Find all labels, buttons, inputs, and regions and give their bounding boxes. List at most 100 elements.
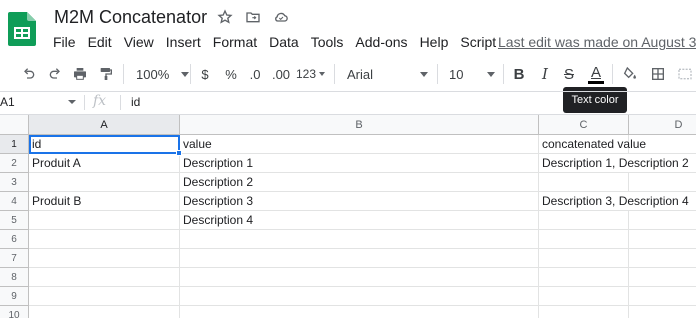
more-formats-caret-icon [319, 72, 326, 76]
menu-view[interactable]: View [124, 33, 154, 51]
cell-a7[interactable] [29, 249, 180, 268]
row-header-3[interactable]: 3 [0, 173, 29, 192]
cell-d9[interactable] [629, 287, 696, 306]
cell-b4[interactable]: Description 3 [180, 192, 539, 211]
cell-c5[interactable] [539, 211, 629, 230]
menu-tools[interactable]: Tools [311, 33, 344, 51]
paint-format-icon[interactable] [96, 62, 116, 86]
font-select[interactable]: Arial [340, 62, 432, 86]
cell-a8[interactable] [29, 268, 180, 287]
menu-format[interactable]: Format [213, 33, 257, 51]
font-name: Arial [347, 66, 374, 82]
sheets-logo[interactable] [8, 12, 36, 46]
redo-icon[interactable] [45, 62, 65, 86]
cell-a5[interactable] [29, 211, 180, 230]
column-header-b[interactable]: B [180, 115, 539, 135]
row-header-5[interactable]: 5 [0, 211, 29, 230]
cell-d5[interactable] [629, 211, 696, 230]
column-header-d[interactable]: D [629, 115, 696, 135]
cell-d7[interactable] [629, 249, 696, 268]
cell-a6[interactable] [29, 230, 180, 249]
text-color-swatch [588, 80, 604, 84]
row-header-7[interactable]: 7 [0, 249, 29, 268]
cell-c9[interactable] [539, 287, 629, 306]
more-formats-label: 123 [296, 67, 317, 81]
format-currency-button[interactable]: $ [196, 62, 214, 86]
document-title[interactable]: M2M Concatenator [54, 6, 207, 28]
row-header-9[interactable]: 9 [0, 287, 29, 306]
cell-d8[interactable] [629, 268, 696, 287]
menu-add-ons[interactable]: Add-ons [355, 33, 407, 51]
menu-insert[interactable]: Insert [166, 33, 201, 51]
cell-c8[interactable] [539, 268, 629, 287]
cell-b9[interactable] [180, 287, 539, 306]
cell-c7[interactable] [539, 249, 629, 268]
row-header-8[interactable]: 8 [0, 268, 29, 287]
font-size-caret-icon [487, 71, 495, 77]
zoom-select[interactable]: 100% [130, 62, 190, 86]
cell-c6[interactable] [539, 230, 629, 249]
fx-icon: fx [93, 93, 107, 109]
bold-button[interactable]: B [510, 62, 528, 86]
cell-a1[interactable]: id [29, 135, 180, 154]
cell-b8[interactable] [180, 268, 539, 287]
formula-input[interactable]: id [131, 95, 140, 109]
cell-b2[interactable]: Description 1 [180, 154, 539, 173]
print-icon[interactable] [70, 62, 90, 86]
cell-a3[interactable] [29, 173, 180, 192]
column-header-c[interactable]: C [539, 115, 629, 135]
increase-decimal-button[interactable]: .00 [269, 62, 293, 86]
cell-b1[interactable]: value [180, 135, 539, 154]
cell-c3[interactable] [539, 173, 629, 192]
cell-b3[interactable]: Description 2 [180, 173, 539, 192]
fill-color-icon[interactable] [620, 62, 640, 86]
more-formats-select[interactable]: 123 [296, 62, 330, 86]
font-size-value: 10 [449, 66, 464, 82]
merge-cells-icon[interactable] [675, 62, 695, 86]
row-header-4[interactable]: 4 [0, 192, 29, 211]
undo-icon[interactable] [19, 62, 39, 86]
menu-edit[interactable]: Edit [88, 33, 112, 51]
cell-b5[interactable]: Description 4 [180, 211, 539, 230]
row-header-10[interactable]: 10 [0, 306, 29, 318]
cell-b7[interactable] [180, 249, 539, 268]
cell-d10[interactable] [629, 306, 696, 318]
name-box-caret-icon[interactable] [68, 100, 76, 104]
font-size-select[interactable]: 10 [443, 62, 497, 86]
format-percent-button[interactable]: % [222, 62, 240, 86]
cell-b10[interactable] [180, 306, 539, 318]
cell-d3[interactable] [629, 173, 696, 192]
menu-bar: File Edit View Insert Format Data Tools … [53, 33, 508, 51]
menu-file[interactable]: File [53, 33, 76, 51]
row-header-2[interactable]: 2 [0, 154, 29, 173]
spreadsheet-grid[interactable]: A B C D 1 2 3 4 5 6 7 8 9 10 id value co… [0, 115, 696, 318]
cloud-status-icon[interactable] [272, 8, 290, 26]
cell-d6[interactable] [629, 230, 696, 249]
cell-c2[interactable]: Description 1, Description 2 [539, 154, 689, 173]
menu-help[interactable]: Help [420, 33, 449, 51]
menu-data[interactable]: Data [269, 33, 299, 51]
cell-c1[interactable]: concatenated value [539, 135, 646, 154]
text-color-button[interactable]: A [586, 62, 606, 86]
borders-icon[interactable] [648, 62, 668, 86]
strikethrough-button[interactable]: S [560, 62, 578, 86]
cell-c10[interactable] [539, 306, 629, 318]
cell-b6[interactable] [180, 230, 539, 249]
cell-a4[interactable]: Produit B [29, 192, 180, 211]
column-header-a[interactable]: A [29, 115, 180, 135]
cell-a2[interactable]: Produit A [29, 154, 180, 173]
cell-a10[interactable] [29, 306, 180, 318]
row-header-6[interactable]: 6 [0, 230, 29, 249]
italic-button[interactable]: I [536, 62, 554, 86]
select-all-corner[interactable] [0, 115, 29, 135]
menu-script[interactable]: Script [460, 33, 496, 51]
move-folder-icon[interactable] [244, 8, 262, 26]
last-edit-link[interactable]: Last edit was made on August 3 by [498, 33, 696, 51]
zoom-caret-icon [181, 71, 190, 77]
cell-a9[interactable] [29, 287, 180, 306]
row-header-1[interactable]: 1 [0, 135, 29, 154]
decrease-decimal-button[interactable]: .0 [244, 62, 266, 86]
cell-c4[interactable]: Description 3, Description 4 [539, 192, 689, 211]
fill-handle[interactable] [176, 150, 182, 156]
star-icon[interactable] [216, 8, 234, 26]
